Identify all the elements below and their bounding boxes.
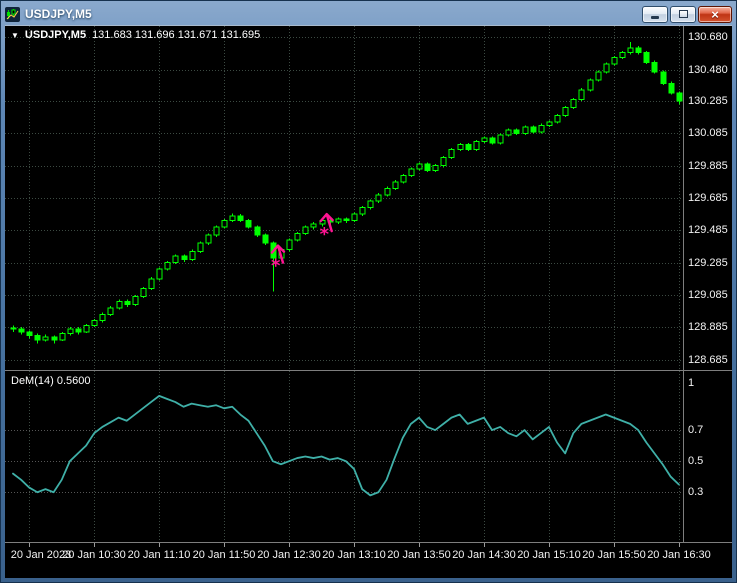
indicator-axis[interactable]: 1 0.7 0.5 0.3 xyxy=(686,371,732,542)
time-axis-tick xyxy=(679,543,680,547)
price-axis-label: 128.885 xyxy=(688,321,728,334)
window-title: USDJPY,M5 xyxy=(25,7,92,21)
time-axis-label: 20 Jan 15:50 xyxy=(582,549,646,561)
mt4-chart-window: USDJPY,M5 × * * ▼ USDJPY,M5 131.683 131.6… xyxy=(0,0,737,583)
app-icon[interactable] xyxy=(5,6,20,22)
price-axis-label: 130.680 xyxy=(688,31,728,44)
price-axis-label: 130.285 xyxy=(688,95,728,108)
indicator-axis-label: 0.7 xyxy=(688,424,704,437)
indicator-pane[interactable] xyxy=(5,371,683,542)
indicator-label: DeM(14) 0.5600 xyxy=(11,375,91,387)
price-axis-label: 130.480 xyxy=(688,63,728,76)
indicator-axis-label: 1 xyxy=(688,377,695,390)
chart-client-area: * * ▼ USDJPY,M5 131.683 131.696 131.671 1… xyxy=(5,25,732,578)
minimize-button[interactable] xyxy=(642,5,668,23)
time-axis-tick xyxy=(549,543,550,547)
price-axis-label: 129.485 xyxy=(688,224,728,237)
price-chart-pane[interactable]: * * xyxy=(5,26,683,370)
chart-ohlc-values: 131.683 131.696 131.671 131.695 xyxy=(92,29,261,41)
time-axis-tick xyxy=(354,543,355,547)
symbol-dropdown-icon[interactable]: ▼ xyxy=(11,30,19,40)
time-axis-label: 20 Jan 10:30 xyxy=(62,549,126,561)
indicator-axis-label: 0.3 xyxy=(688,486,704,499)
indicator-axis-label: 0.5 xyxy=(688,455,704,468)
price-axis-label: 129.685 xyxy=(688,192,728,204)
price-axis-label: 129.085 xyxy=(688,288,728,301)
price-axis[interactable]: 130.680 130.480 130.285 130.085 129.885 129.6… xyxy=(686,26,732,370)
time-axis-tick xyxy=(29,543,30,547)
svg-text:*: * xyxy=(320,224,330,245)
price-axis-label: 128.685 xyxy=(688,353,728,366)
minimize-icon xyxy=(651,16,659,19)
time-axis-tick xyxy=(289,543,290,547)
close-button[interactable]: × xyxy=(698,5,732,23)
price-axis-label: 129.885 xyxy=(688,159,728,172)
close-icon: × xyxy=(711,6,719,22)
chart-ohlc-header: ▼ USDJPY,M5 131.683 131.696 131.671 131.… xyxy=(11,29,260,41)
svg-text:*: * xyxy=(271,256,281,277)
time-axis-label: 20 Jan 15:10 xyxy=(517,549,581,561)
time-axis-label: 20 Jan 13:10 xyxy=(322,549,386,561)
window-controls: × xyxy=(642,5,732,23)
time-axis-tick xyxy=(614,543,615,547)
time-axis-tick xyxy=(224,543,225,547)
time-axis[interactable]: 20 Jan 2023 20 Jan 10:30 20 Jan 11:10 20 Ja… xyxy=(5,543,732,578)
time-axis-tick xyxy=(419,543,420,547)
time-axis-label: 20 Jan 16:30 xyxy=(647,549,711,561)
window-titlebar[interactable]: USDJPY,M5 × xyxy=(5,3,732,25)
time-axis-label: 20 Jan 14:30 xyxy=(452,549,516,561)
chart-symbol-label: USDJPY,M5 xyxy=(24,29,87,41)
time-axis-label: 20 Jan 13:50 xyxy=(387,549,451,561)
time-axis-tick xyxy=(94,543,95,547)
price-axis-label: 129.285 xyxy=(688,256,728,269)
price-axis-label: 130.085 xyxy=(688,127,728,140)
maximize-button[interactable] xyxy=(670,5,696,23)
time-axis-label: 20 Jan 11:50 xyxy=(192,549,256,561)
time-axis-label: 20 Jan 12:30 xyxy=(257,549,321,561)
price-axis-line xyxy=(683,26,684,543)
time-axis-tick xyxy=(159,543,160,547)
maximize-icon xyxy=(678,10,688,18)
time-axis-label: 20 Jan 11:10 xyxy=(127,549,191,561)
time-axis-tick xyxy=(484,543,485,547)
